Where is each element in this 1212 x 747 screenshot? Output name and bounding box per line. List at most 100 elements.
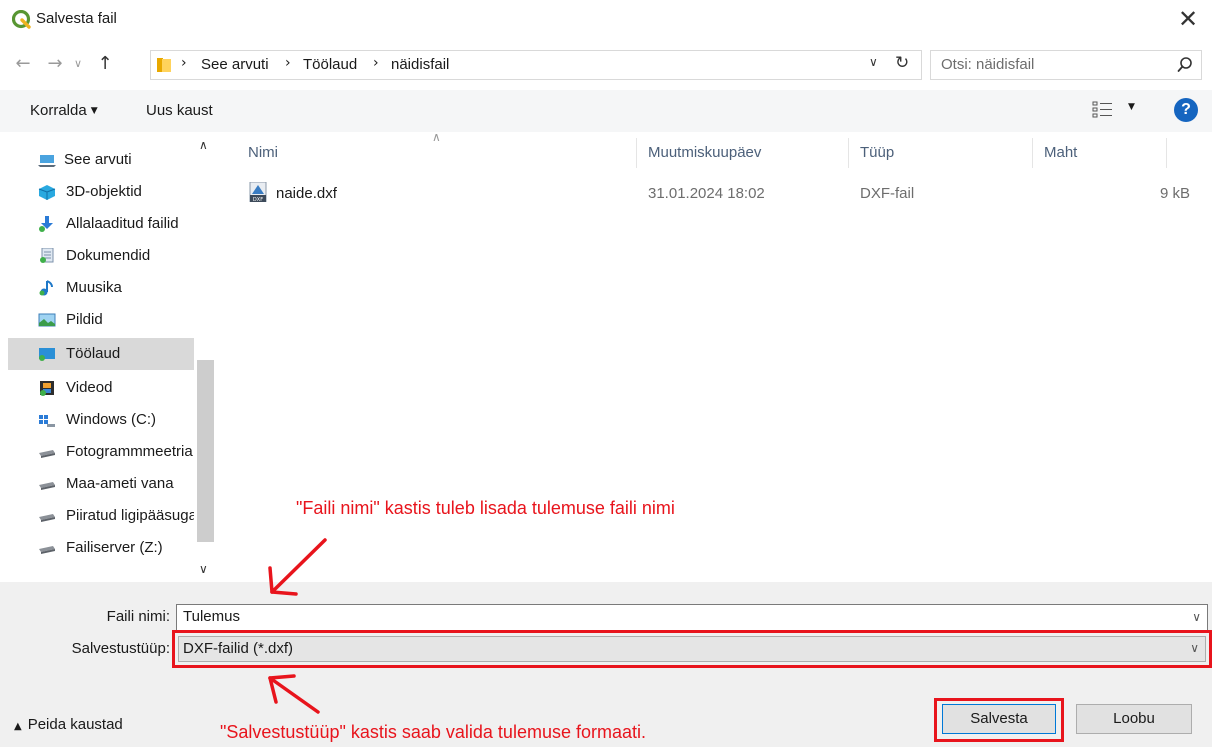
videos-icon xyxy=(40,381,54,396)
music-icon xyxy=(39,280,53,296)
scroll-down-icon[interactable]: ∨ xyxy=(199,562,208,576)
chevron-down-icon[interactable]: ∨ xyxy=(1192,610,1201,624)
save-highlight-box xyxy=(934,698,1064,742)
address-bar[interactable]: › See arvuti › Töölaud › näidisfail ∨ ↻ xyxy=(150,50,922,80)
sidebar-item-label: Allalaaditud failid xyxy=(66,215,179,232)
3d-objects-icon xyxy=(38,185,56,200)
column-divider[interactable] xyxy=(1166,138,1167,168)
title-bar: Salvesta fail ✕ xyxy=(0,0,1212,40)
sidebar-item-desktop[interactable]: Töölaud xyxy=(8,338,194,370)
sidebar-item-label: Piiratud ligipääsuga xyxy=(66,507,194,524)
caret-down-icon: ▼ xyxy=(90,106,98,116)
column-divider[interactable] xyxy=(848,138,849,168)
column-header-type[interactable]: Tüüp xyxy=(860,144,894,161)
save-form-panel: Faili nimi: ∨ Salvestustüüp: DXF-failid … xyxy=(0,582,1212,747)
sidebar-item-downloads[interactable]: Allalaaditud failid xyxy=(8,208,194,240)
network-drive-icon xyxy=(39,482,55,490)
hide-folders-button[interactable]: ▲ Peida kaustad xyxy=(14,716,123,733)
column-divider[interactable] xyxy=(636,138,637,168)
close-button[interactable]: ✕ xyxy=(1176,6,1200,32)
filename-input[interactable] xyxy=(183,608,1163,625)
organize-label: Korralda xyxy=(30,102,87,119)
svg-text:DXF: DXF xyxy=(253,197,263,202)
sidebar-item-network-drive[interactable]: Maa-ameti vana xyxy=(8,468,194,500)
breadcrumb-separator-icon: › xyxy=(373,55,379,71)
sidebar-item-documents[interactable]: Dokumendid xyxy=(8,240,194,272)
sidebar-item-label: See arvuti xyxy=(64,151,132,168)
filetype-label: Salvestustüüp: xyxy=(71,640,170,657)
scrollbar-thumb[interactable] xyxy=(197,360,214,542)
breadcrumb-separator-icon: › xyxy=(181,55,187,71)
sidebar-item-videos[interactable]: Videod xyxy=(8,372,194,404)
cancel-button[interactable]: Loobu xyxy=(1076,704,1192,734)
filename-field[interactable]: ∨ xyxy=(176,604,1208,631)
navigation-bar: ← → ∨ ↑ › See arvuti › Töölaud › näidisf… xyxy=(0,44,1212,86)
sidebar-item-label: Maa-ameti vana xyxy=(66,475,174,492)
qgis-logo-icon xyxy=(12,10,31,29)
sidebar-item-network-drive[interactable]: Fotogrammmeetria xyxy=(8,436,194,468)
file-list: ∧ Nimi Muutmiskuupäev Tüüp Maht DXF naid… xyxy=(220,130,1212,582)
forward-arrow-icon[interactable]: → xyxy=(44,52,66,76)
sidebar-item-this-pc[interactable]: See arvuti xyxy=(8,144,194,176)
sidebar-item-pictures[interactable]: Pildid xyxy=(8,304,194,336)
filetype-highlight-box xyxy=(172,630,1212,668)
column-divider[interactable] xyxy=(1032,138,1033,168)
breadcrumb-item[interactable]: näidisfail xyxy=(391,56,449,73)
sidebar-item-label: Pildid xyxy=(66,311,103,328)
sidebar-item-label: Dokumendid xyxy=(66,247,151,264)
address-dropdown-icon[interactable]: ∨ xyxy=(869,55,878,69)
file-size: 9 kB xyxy=(1159,185,1190,202)
annotation-filetype-hint: "Salvestustüüp" kastis saab valida tulem… xyxy=(220,722,646,742)
view-caret-icon[interactable]: ▼ xyxy=(1128,102,1135,112)
pictures-icon xyxy=(38,313,56,327)
breadcrumb-item[interactable]: See arvuti xyxy=(201,56,269,73)
sidebar-item-label: Failiserver (Z:) xyxy=(66,539,163,556)
column-header-modified[interactable]: Muutmiskuupäev xyxy=(648,144,761,161)
annotation-filename-hint: "Faili nimi" kastis tuleb lisada tulemus… xyxy=(296,498,675,518)
search-input[interactable] xyxy=(941,56,1161,73)
new-folder-button[interactable]: Uus kaust xyxy=(146,102,213,119)
folder-icon xyxy=(157,58,171,72)
help-icon[interactable]: ? xyxy=(1174,98,1198,122)
navigation-pane: See arvuti 3D-objektid Allalaaditud fail… xyxy=(0,132,218,582)
network-drive-icon xyxy=(39,450,55,458)
recent-locations-chevron-icon[interactable]: ∨ xyxy=(70,52,86,76)
sort-ascending-icon: ∧ xyxy=(432,130,441,144)
organize-menu-button[interactable]: Korralda ▼ xyxy=(30,102,98,119)
network-drive-icon xyxy=(39,514,55,522)
network-drive-icon xyxy=(39,546,55,554)
column-header-name[interactable]: Nimi xyxy=(248,144,278,161)
computer-icon xyxy=(38,155,56,167)
search-box[interactable] xyxy=(930,50,1202,80)
sidebar-item-windows-drive[interactable]: Windows (C:) xyxy=(8,404,194,436)
sidebar-item-label: 3D-objektid xyxy=(66,183,142,200)
sidebar-item-music[interactable]: Muusika xyxy=(8,272,194,304)
breadcrumb-item[interactable]: Töölaud xyxy=(303,56,357,73)
sidebar-item-network-drive[interactable]: Piiratud ligipääsuga xyxy=(8,500,194,532)
sidebar-item-network-drive[interactable]: Failiserver (Z:) xyxy=(8,532,194,564)
dxf-file-icon: DXF xyxy=(249,182,267,202)
up-arrow-icon[interactable]: ↑ xyxy=(94,52,116,76)
search-icon[interactable] xyxy=(1177,56,1193,74)
scroll-up-icon[interactable]: ∧ xyxy=(199,138,208,152)
downloads-icon xyxy=(39,216,53,232)
caret-up-icon: ▲ xyxy=(14,721,22,732)
back-arrow-icon[interactable]: ← xyxy=(12,52,34,76)
sidebar-item-label: Muusika xyxy=(66,279,122,296)
file-modified: 31.01.2024 18:02 xyxy=(648,185,765,202)
file-name: naide.dxf xyxy=(276,185,337,202)
column-header-size[interactable]: Maht xyxy=(1044,144,1077,161)
refresh-icon[interactable]: ↻ xyxy=(895,53,909,73)
table-row[interactable]: DXF naide.dxf 31.01.2024 18:02 DXF-fail … xyxy=(238,178,1198,208)
sidebar-scrollbar[interactable]: ∧ ∨ xyxy=(195,132,216,582)
view-options-icon[interactable] xyxy=(1092,100,1114,120)
documents-icon xyxy=(40,248,54,263)
sidebar-item-label: Töölaud xyxy=(66,345,121,362)
sidebar-item-3d-objects[interactable]: 3D-objektid xyxy=(8,176,194,208)
filename-label: Faili nimi: xyxy=(106,608,170,625)
hide-folders-label: Peida kaustad xyxy=(27,716,123,733)
breadcrumb-separator-icon: › xyxy=(285,55,291,71)
file-type: DXF-fail xyxy=(860,185,915,202)
window-title: Salvesta fail xyxy=(36,10,117,27)
sidebar-item-label: Videod xyxy=(66,379,113,396)
